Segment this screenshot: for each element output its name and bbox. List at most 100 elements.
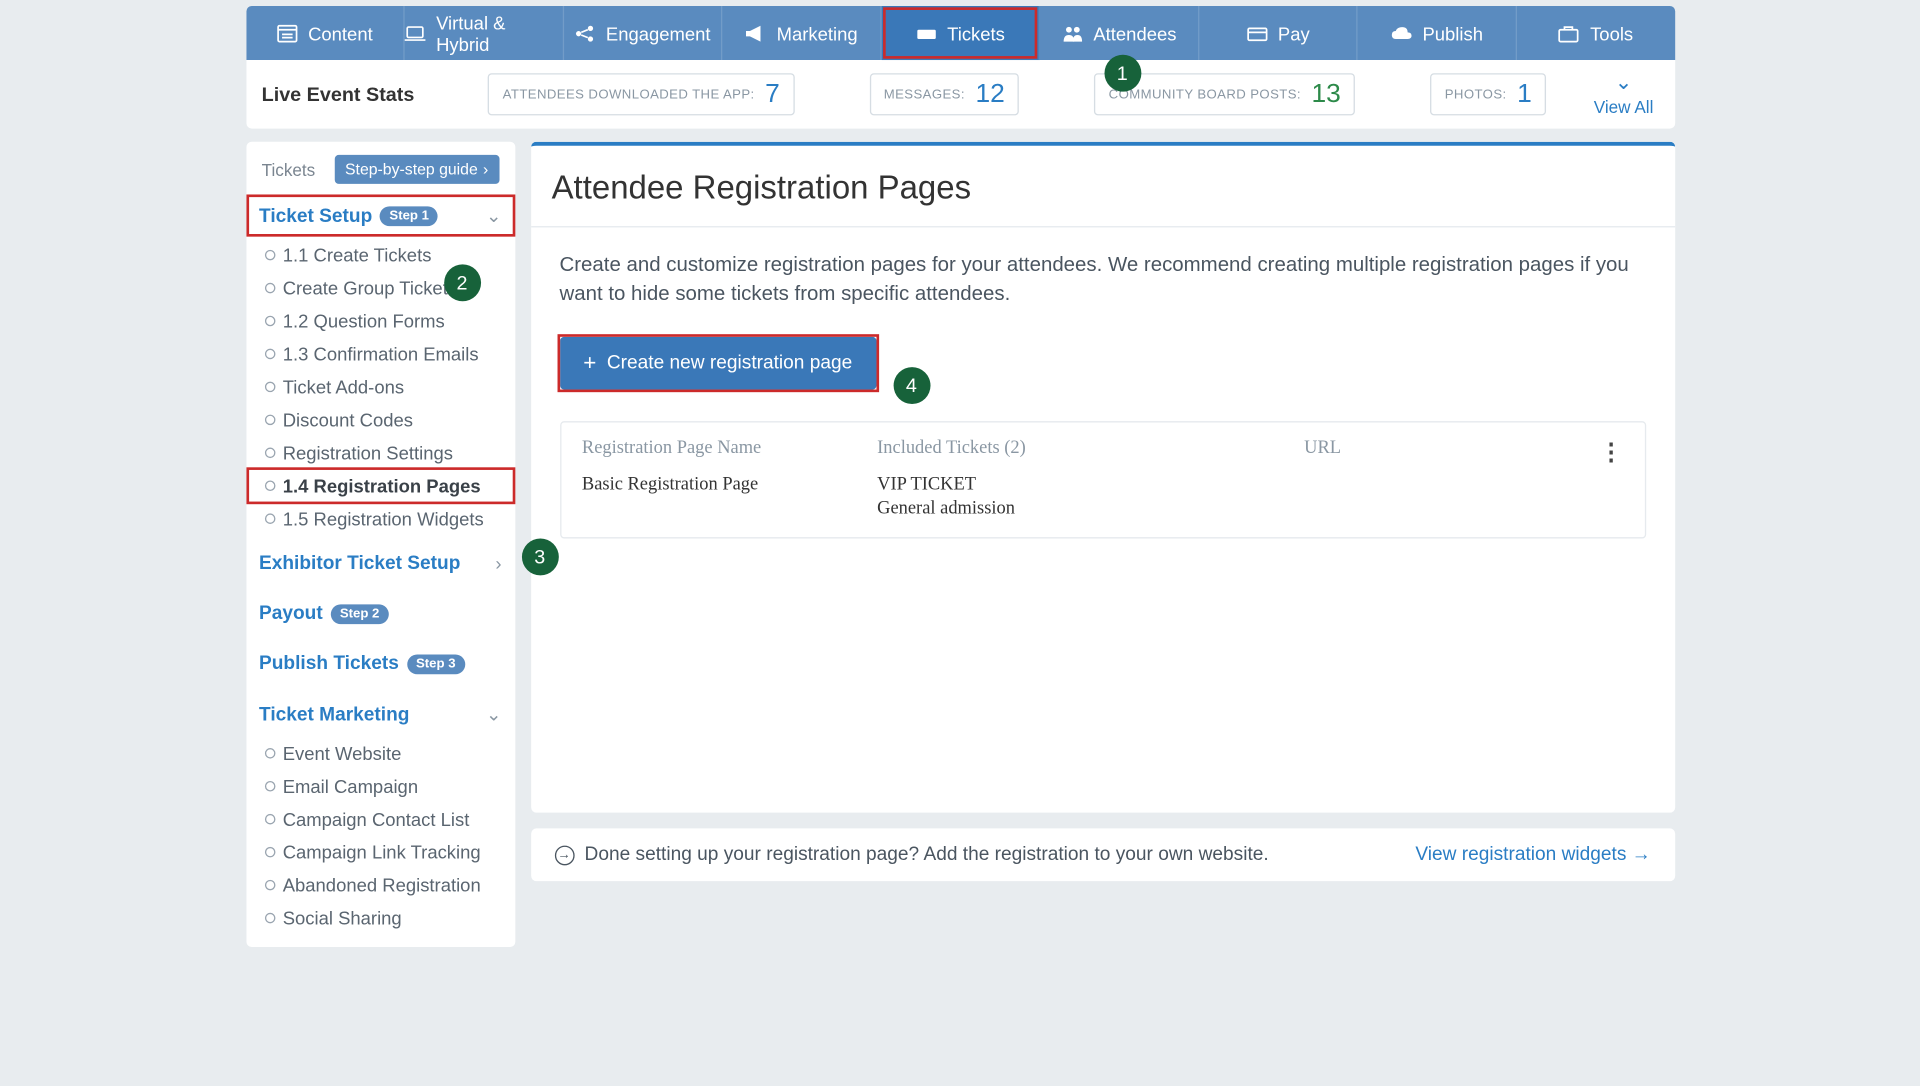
plus-icon: + [583,350,596,376]
bullet-icon [264,480,275,491]
row-menu-button[interactable]: ⋮ [1584,438,1624,466]
section-ticket-setup[interactable]: Ticket Setup Step 1 ⌄ [246,194,515,237]
nav-label: Marketing [777,22,858,43]
bullet-icon [264,315,275,326]
item-label: Campaign Link Tracking [283,841,481,862]
footer-text: Done setting up your registration page? … [585,844,1269,865]
nav-tools[interactable]: Tools [1517,6,1675,60]
nav-attendees[interactable]: Attendees [1040,6,1199,60]
page-description: Create and customize registration pages … [559,251,1645,310]
bullet-icon [264,348,275,359]
nav-tickets[interactable]: Tickets [881,6,1040,60]
content-icon [276,24,297,42]
view-widgets-link[interactable]: View registration widgets → [1415,844,1650,865]
stat-label: PHOTOS: [1445,87,1507,101]
sidebar-item-abandoned[interactable]: Abandoned Registration [246,868,515,901]
arrow-right-icon: → [1632,844,1651,865]
arrow-circle-icon: → [554,845,574,865]
laptop-icon [405,24,426,42]
item-label: Social Sharing [283,907,402,928]
sidebar-item-link-tracking[interactable]: Campaign Link Tracking [246,835,515,868]
section-title: Exhibitor Ticket Setup [259,553,460,574]
stat-attendees: ATTENDEES DOWNLOADED THE APP: 7 [488,73,794,115]
section-exhibitor[interactable]: Exhibitor Ticket Setup › [246,542,515,584]
nav-publish[interactable]: Publish [1358,6,1517,60]
cell-url [1304,474,1578,521]
nav-virtual[interactable]: Virtual & Hybrid [405,6,564,60]
create-registration-button[interactable]: + Create new registration page [559,337,876,390]
sidebar-item-registration-widgets[interactable]: 1.5 Registration Widgets [246,502,515,535]
bullet-icon [264,747,275,758]
bullet-icon [264,813,275,824]
sidebar-item-create-tickets[interactable]: 1.1 Create Tickets [246,238,515,271]
col-name: Registration Page Name [582,438,872,466]
nav-engagement[interactable]: Engagement [564,6,723,60]
sidebar: Tickets Step-by-step guide › Ticket Setu… [246,142,515,947]
bullet-icon [264,282,275,293]
stat-messages: MESSAGES: 12 [869,73,1019,115]
stats-bar: Live Event Stats ATTENDEES DOWNLOADED TH… [246,60,1675,129]
item-label: Create Group Tickets [283,277,457,298]
nav-content[interactable]: Content [246,6,405,60]
section-payout[interactable]: Payout Step 2 [246,593,515,635]
chevron-down-icon: ⌄ [486,703,501,725]
sidebar-item-registration-pages[interactable]: 1.4 Registration Pages [246,469,515,502]
item-label: 1.1 Create Tickets [283,244,432,265]
bullet-icon [264,381,275,392]
col-url: URL [1304,438,1578,466]
bullet-icon [264,879,275,890]
item-label: Email Campaign [283,775,418,796]
sidebar-item-event-website[interactable]: Event Website [246,736,515,769]
sidebar-item-question-forms[interactable]: 1.2 Question Forms [246,304,515,337]
stat-value: 13 [1311,79,1340,109]
sidebar-title: Tickets [262,160,316,180]
view-all-button[interactable]: ⌄ View All [1594,73,1654,116]
cell-name: Basic Registration Page [582,474,872,521]
sidebar-item-confirmation-emails[interactable]: 1.3 Confirmation Emails [246,337,515,370]
item-label: Discount Codes [283,409,413,430]
item-label: Ticket Add-ons [283,376,404,397]
step-badge: Step 2 [331,604,389,624]
nav-label: Attendees [1093,22,1176,43]
chevron-right-icon: › [483,160,488,178]
section-publish[interactable]: Publish Tickets Step 3 [246,643,515,685]
guide-label: Step-by-step guide [345,160,478,178]
annotation-4: 4 [893,367,930,404]
sidebar-item-contact-list[interactable]: Campaign Contact List [246,802,515,835]
stat-photos: PHOTOS: 1 [1430,73,1546,115]
section-marketing[interactable]: Ticket Marketing ⌄ [246,693,515,736]
stat-label: ATTENDEES DOWNLOADED THE APP: [503,87,755,101]
stat-label: COMMUNITY BOARD POSTS: [1109,87,1301,101]
bullet-icon [264,513,275,524]
stats-title: Live Event Stats [262,83,415,105]
chevron-down-icon: ⌄ [486,205,501,227]
link-label: View registration widgets [1415,844,1626,865]
briefcase-icon [1558,24,1579,42]
step-badge: Step 3 [407,654,465,674]
sidebar-item-ticket-addons[interactable]: Ticket Add-ons [246,370,515,403]
share-icon [574,24,595,42]
nav-label: Tools [1590,22,1633,43]
item-label: 1.3 Confirmation Emails [283,343,479,364]
bullet-icon [264,249,275,260]
nav-label: Tickets [947,22,1005,43]
table-header-row: Registration Page Name Included Tickets … [582,438,1623,466]
sidebar-item-social-sharing[interactable]: Social Sharing [246,901,515,934]
stat-value: 12 [975,79,1004,109]
stat-value: 1 [1517,79,1532,109]
ticket-icon [915,24,936,42]
nav-label: Engagement [606,22,711,43]
cell-ticket: General admission [877,498,1299,522]
card-icon [1246,24,1267,42]
nav-marketing[interactable]: Marketing [723,6,882,60]
sidebar-item-email-campaign[interactable]: Email Campaign [246,769,515,802]
nav-label: Publish [1422,22,1483,43]
step-guide-button[interactable]: Step-by-step guide › [334,155,498,184]
sidebar-item-registration-settings[interactable]: Registration Settings [246,436,515,469]
top-nav: Content Virtual & Hybrid Engagement Mark… [246,6,1675,60]
item-label: 1.2 Question Forms [283,310,445,331]
sidebar-item-discount-codes[interactable]: Discount Codes [246,403,515,436]
cloud-icon [1391,24,1412,42]
nav-pay[interactable]: Pay [1199,6,1358,60]
bullet-icon [264,780,275,791]
